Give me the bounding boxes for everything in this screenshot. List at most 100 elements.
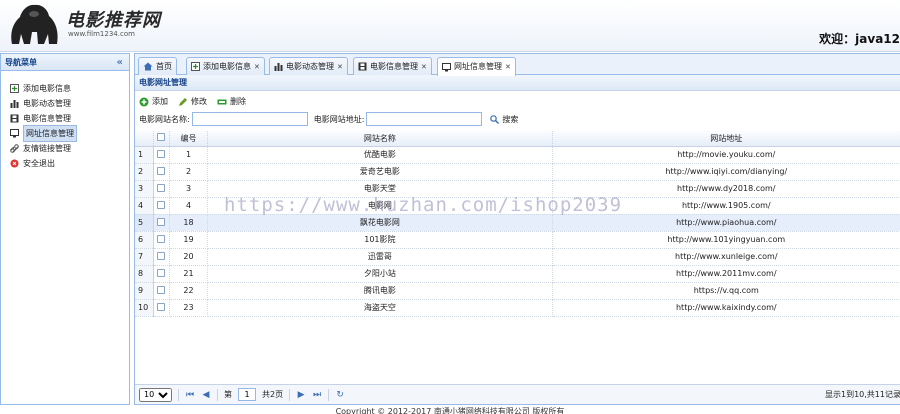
prev-page-icon[interactable]: ◀ [201,390,211,400]
add-button[interactable]: 添加 [139,96,168,107]
footer-copyright: Copyright © 2012-2017 南通小猪网络科技有限公司 版权所有 [0,405,900,414]
table-row[interactable]: 1 1 优酷电影 http://movie.youku.com/ [135,146,900,164]
refresh-icon[interactable]: ↻ [335,390,345,400]
table-row[interactable]: 4 4 电影网 http://www.1905.com/ [135,197,900,215]
search-icon [490,114,500,124]
row-number: 9 [135,282,154,300]
pagination-bar: 10 ⏮ ◀ 第 共2页 ▶ ⏭ ↻ 显示1到10,共11记录 [135,384,900,404]
welcome-text: 欢迎：java12 [819,32,900,46]
row-checkbox[interactable] [153,282,170,300]
page-number-input[interactable] [238,388,256,401]
app-header: 电影推荐网 www.film1234.com 欢迎：java12 [0,0,900,52]
main-panel: 首页 添加电影信息 ✕ 电影动态管理 ✕ 电影信息管理 ✕ 网址信息管理 ✕ 电… [134,53,900,405]
tab-bar: 首页 添加电影信息 ✕ 电影动态管理 ✕ 电影信息管理 ✕ 网址信息管理 ✕ [135,54,900,76]
cell-name: 爱奇艺电影 [207,163,553,181]
cell-name: 腾讯电影 [207,282,553,300]
site-url-input[interactable] [366,112,483,126]
column-name[interactable]: 网站名称 [207,131,553,147]
panel-title: 电影网址管理 [135,75,900,91]
row-checkbox[interactable] [153,265,170,283]
site-url-label: 电影网站地址: [313,114,365,124]
last-page-icon[interactable]: ⏭ [312,390,322,400]
add-doc-icon [191,62,200,71]
tab-url-info[interactable]: 网址信息管理 ✕ [437,57,516,76]
cell-name: 海盗天空 [207,299,553,317]
cell-url: http://www.2011mv.com/ [552,265,900,283]
table-row[interactable]: 8 21 夕阳小站 http://www.2011mv.com/ [135,265,900,283]
tab-movie-news[interactable]: 电影动态管理 ✕ [269,57,348,75]
sidebar: 导航菜单 « 添加电影信息 电影动态管理 电影信息管理 网址信息管理 友情链接管… [0,53,130,405]
link-icon [10,144,19,153]
cell-name: 电影网 [207,197,553,215]
row-checkbox[interactable] [153,197,170,215]
search-bar: 电影网站名称: 电影网站地址: 搜索 [135,110,900,128]
sidebar-item-links[interactable]: 友情链接管理 [1,141,129,156]
pencil-icon [179,97,187,106]
row-number: 4 [135,197,154,215]
close-icon[interactable]: ✕ [505,59,511,75]
tab-home[interactable]: 首页 [138,57,177,75]
monitor-icon [442,62,451,71]
page-info: 显示1到10,共11记录 [825,390,900,399]
cell-name: 101影院 [207,231,553,249]
home-icon [143,62,153,71]
table-row[interactable]: 7 20 迅雷哥 http://www.xunleige.com/ [135,248,900,266]
table-row[interactable]: 2 2 爱奇艺电影 http://www.iqiyi.com/dianying/ [135,163,900,181]
sidebar-item-add-movie[interactable]: 添加电影信息 [1,81,129,96]
cell-url: http://www.101yingyuan.com [552,231,900,249]
sidebar-menu: 添加电影信息 电影动态管理 电影信息管理 网址信息管理 友情链接管理 安全退出 [1,71,129,171]
cell-name: 电影天堂 [207,180,553,198]
cell-name: 飘花电影网 [207,214,553,232]
row-checkbox[interactable] [153,248,170,266]
collapse-icon[interactable]: « [117,54,123,71]
sidebar-item-url-info[interactable]: 网址信息管理 [1,125,129,142]
table-row[interactable]: 3 3 电影天堂 http://www.dy2018.com/ [135,180,900,198]
sidebar-item-movie-news[interactable]: 电影动态管理 [1,96,129,111]
monitor-icon [10,129,19,138]
sidebar-item-logout[interactable]: 安全退出 [1,156,129,171]
cell-name: 迅雷哥 [207,248,553,266]
close-icon[interactable]: ✕ [337,59,343,75]
delete-button[interactable]: 删除 [217,96,246,107]
table-row[interactable]: 9 22 腾讯电影 https://v.qq.com [135,282,900,300]
table-row[interactable]: 5 18 飘花电影网 http://www.piaohua.com/ [135,214,900,232]
edit-button[interactable]: 修改 [178,96,207,107]
sidebar-item-movie-info[interactable]: 电影信息管理 [1,111,129,126]
close-icon[interactable]: ✕ [254,59,260,75]
cell-name: 优酷电影 [207,146,553,164]
row-number: 1 [135,146,154,164]
row-checkbox[interactable] [153,214,170,232]
pager-divider [289,388,291,401]
exit-icon [10,159,19,168]
plus-icon [139,97,149,106]
column-id[interactable]: 编号 [169,131,209,147]
close-icon[interactable]: ✕ [421,59,427,75]
row-checkbox[interactable] [153,299,170,317]
logo-url: www.film1234.com [68,30,135,38]
row-checkbox[interactable] [153,163,170,181]
page-size-select[interactable]: 10 [139,387,172,402]
first-page-icon[interactable]: ⏮ [185,390,195,400]
row-checkbox[interactable] [153,180,170,198]
bar-chart-icon [10,100,19,108]
tab-add-movie[interactable]: 添加电影信息 ✕ [186,57,265,75]
row-number: 8 [135,265,154,283]
cell-id: 1 [169,146,209,164]
column-url[interactable]: 网站地址 [552,131,900,147]
data-grid: 编号 网站名称 网站地址 1 1 优酷电影 http://movie.youku.co… [135,131,900,317]
rownum-header [135,131,154,147]
next-page-icon[interactable]: ▶ [296,390,306,400]
table-row[interactable]: 10 23 海盗天空 http://www.kaixindy.com/ [135,299,900,317]
row-number: 6 [135,231,154,249]
row-number: 3 [135,180,154,198]
row-checkbox[interactable] [153,146,170,164]
search-button[interactable]: 搜索 [490,114,518,125]
row-checkbox[interactable] [153,231,170,249]
logo-title: 电影推荐网 [66,10,161,31]
cell-url: http://www.dy2018.com/ [552,180,900,198]
site-name-input[interactable] [191,112,308,126]
tab-movie-info[interactable]: 电影信息管理 ✕ [353,57,432,75]
cell-id: 4 [169,197,209,215]
select-all-checkbox[interactable] [153,131,170,147]
table-row[interactable]: 6 19 101影院 http://www.101yingyuan.com [135,231,900,249]
